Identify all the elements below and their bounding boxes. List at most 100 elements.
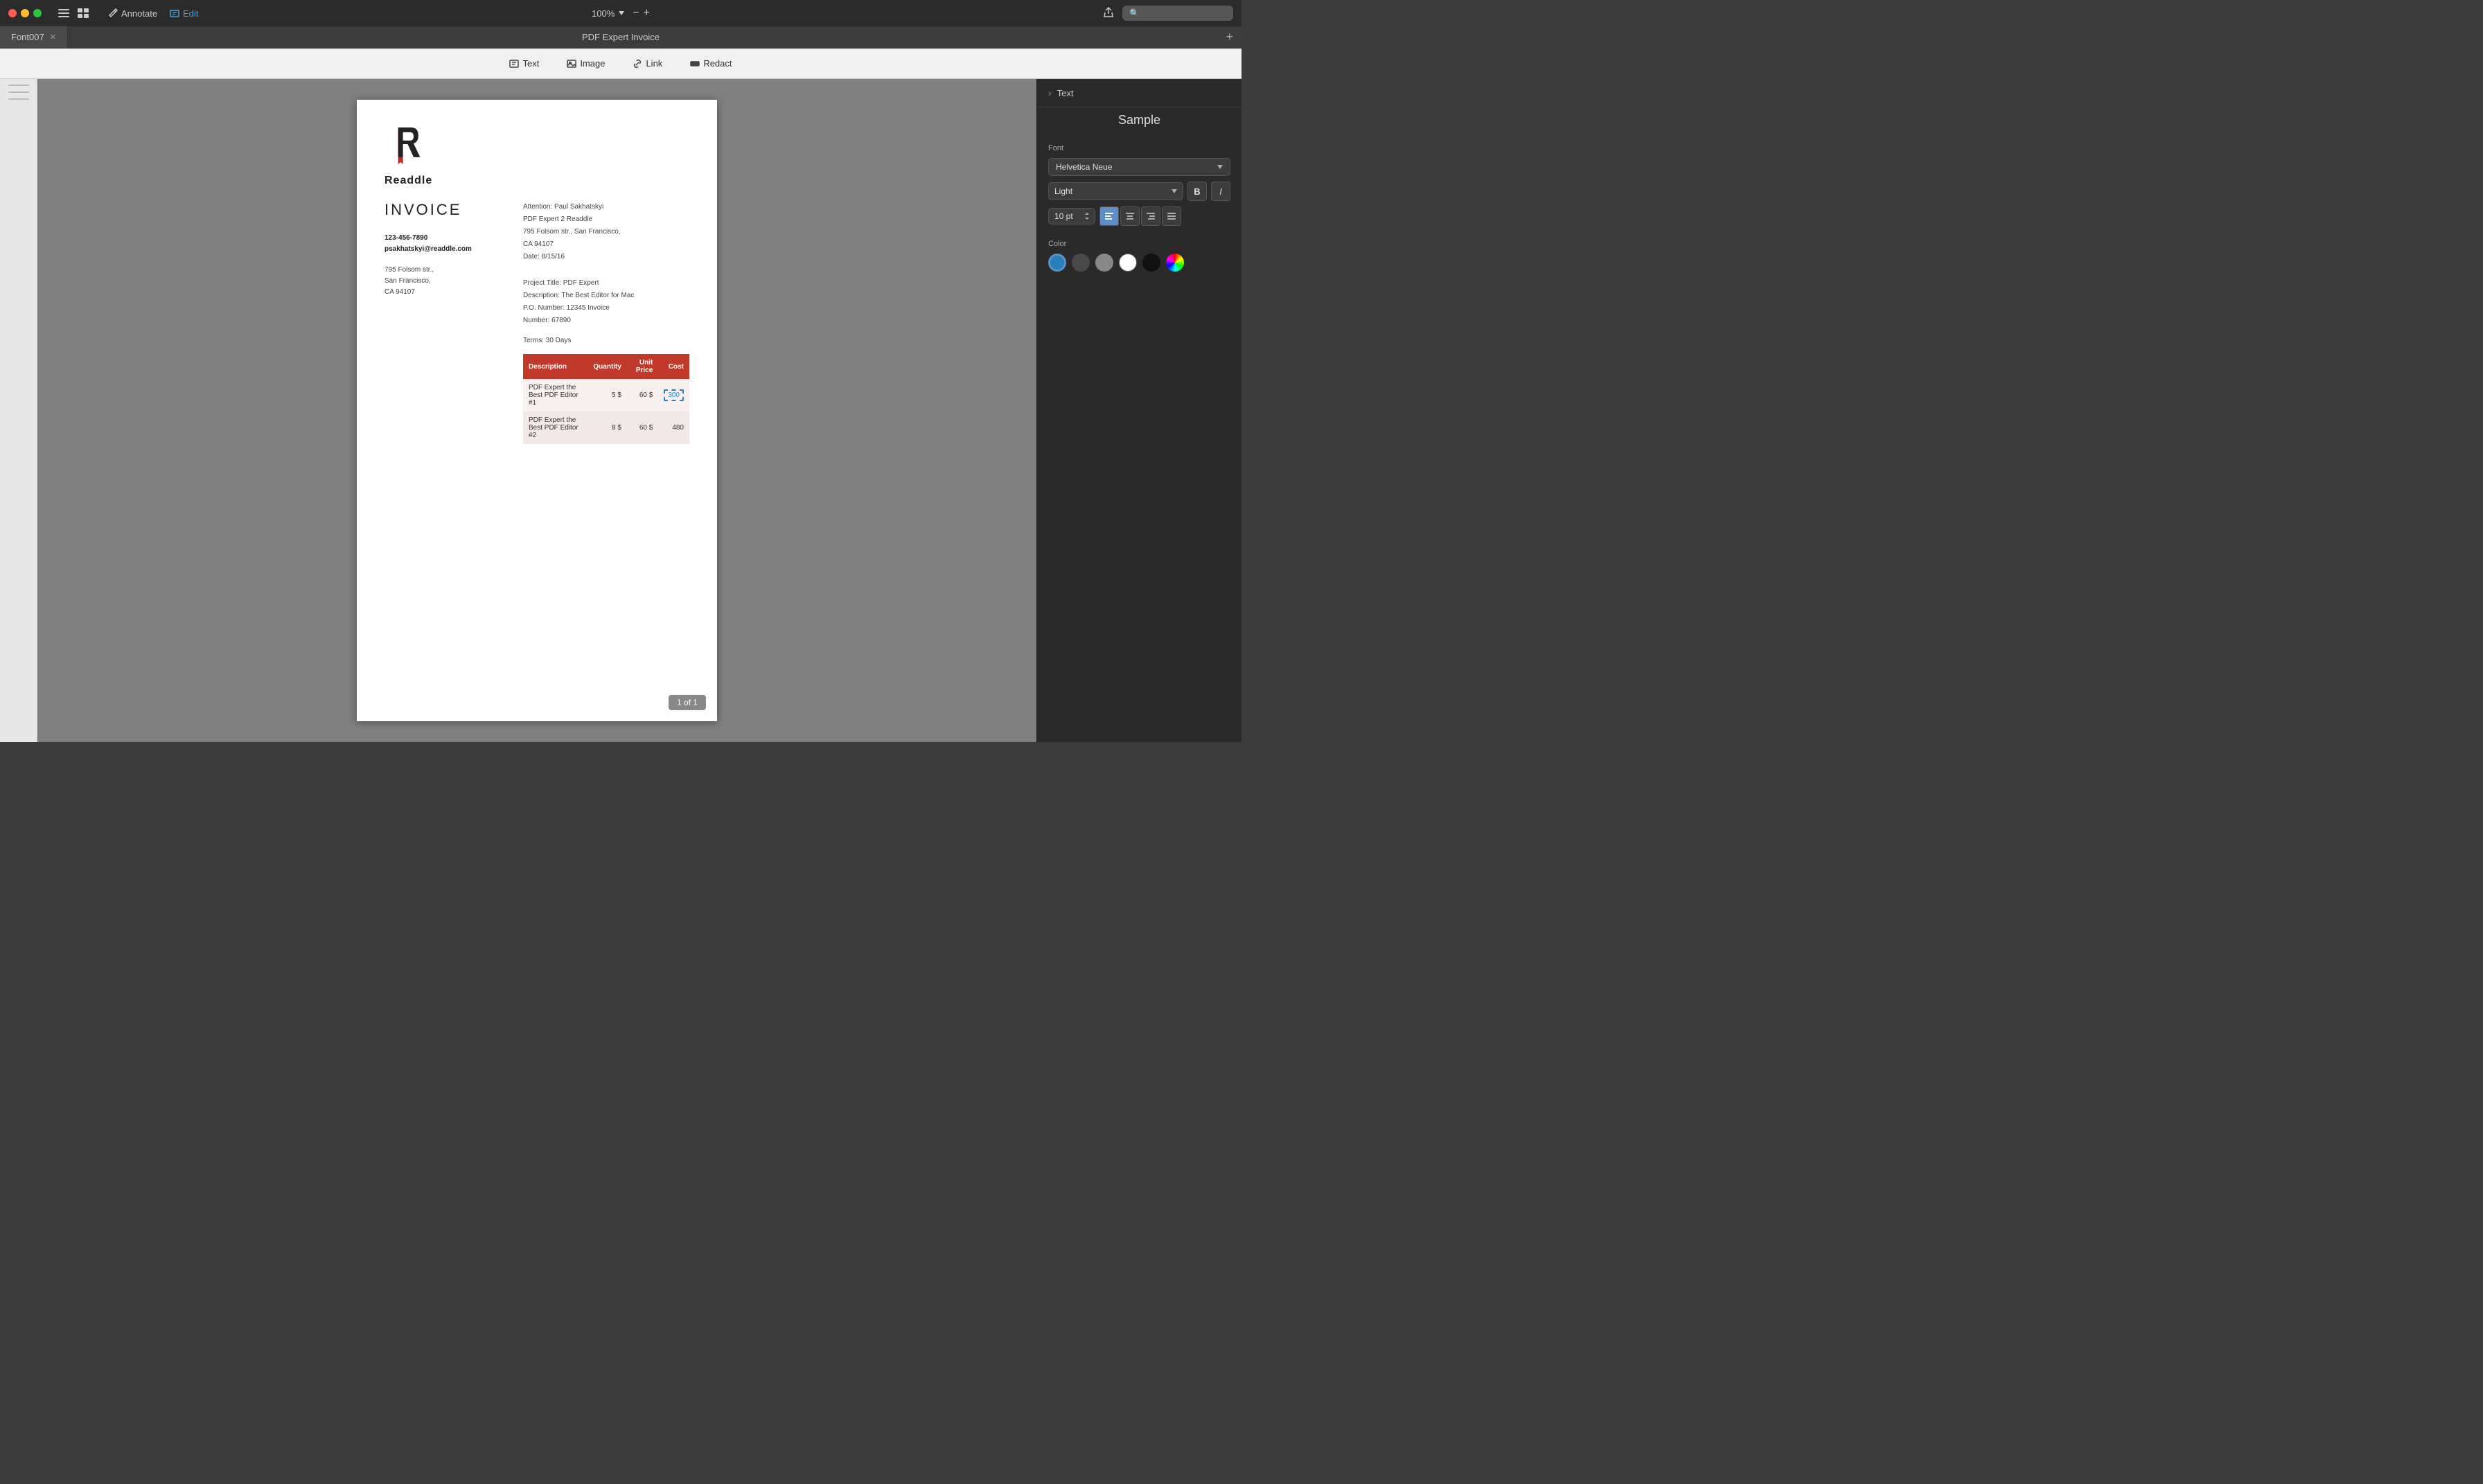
search-input[interactable] [1122,6,1233,21]
font-weight-value: Light [1054,186,1072,196]
traffic-lights [8,9,42,17]
panel-decoration [8,85,29,86]
logo-section: Readdle [385,127,689,187]
align-left-button[interactable] [1099,206,1119,226]
bill-to: PDF Expert 2 Readdle [523,213,689,226]
item1-qty: 5 $ [587,379,627,412]
item1-price: 60 $ [627,379,658,412]
address-info: 795 Folsom str., San Francisco, CA 94107 [385,265,495,298]
po-number: P.O. Number: 12345 Invoice [523,302,689,315]
color-swatch-medium-gray[interactable] [1095,254,1113,272]
align-right-button[interactable] [1141,206,1160,226]
company-name: Readdle [385,175,432,187]
invoice-table: Description Quantity Unit Price Cost PDF… [523,354,689,444]
main-content: Readdle INVOICE 123-456-7890 psakhatskyi… [0,79,1242,742]
zoom-controls: 100% − + [592,7,650,19]
invoice-columns: INVOICE 123-456-7890 psakhatskyi@readdle… [385,201,689,444]
tabbar: Font007 ✕ PDF Expert Invoice + [0,26,1242,48]
annotate-button[interactable]: Annotate [108,8,157,19]
font-weight-dropdown[interactable]: Light [1048,182,1183,200]
terms-info: Terms: 30 Days [523,337,689,344]
attention-info: Attention: Paul Sakhatskyi PDF Expert 2 … [523,201,689,263]
table-row: PDF Expert the Best PDF Editor #1 5 $ 60… [523,379,689,412]
color-swatch-white[interactable] [1119,254,1137,272]
table-row: PDF Expert the Best PDF Editor #2 8 $ 60… [523,412,689,444]
sidebar-toggle-button[interactable] [58,9,69,17]
window-title: PDF Expert Invoice [582,26,660,48]
color-label: Color [1048,240,1230,248]
zoom-level: 100% [592,8,615,19]
invoice-date: Date: 8/15/16 [523,251,689,263]
align-center-button[interactable] [1120,206,1140,226]
zoom-out-button[interactable]: − [633,7,639,19]
color-picker-button[interactable] [1166,254,1184,272]
panel-nav: › Text [1048,87,1230,98]
tab-font007[interactable]: Font007 ✕ [0,26,68,48]
left-panel [0,79,37,742]
address-line3: CA 94107 [385,287,495,298]
maximize-button[interactable] [33,9,42,17]
grid-toggle-button[interactable] [78,8,89,18]
color-swatch-black[interactable] [1142,254,1160,272]
panel-header: › Text [1037,79,1242,107]
italic-button[interactable]: I [1211,182,1230,201]
color-swatches [1048,254,1230,272]
company-logo [385,127,426,169]
address-line1: 795 Folsom str., [385,265,495,276]
item2-price: 60 $ [627,412,658,444]
bold-button[interactable]: B [1187,182,1207,201]
font-size-dropdown[interactable]: 10 pt [1048,208,1095,224]
font-style-row: Light B I [1048,182,1230,201]
color-swatch-blue[interactable] [1048,254,1066,272]
col-unit-price: Unit Price [627,354,658,379]
item2-qty: 8 $ [587,412,627,444]
font-name-dropdown[interactable]: Helvetica Neue [1048,158,1230,176]
minimize-button[interactable] [21,9,29,17]
share-button[interactable] [1103,7,1114,20]
align-justify-button[interactable] [1162,206,1181,226]
new-tab-button[interactable]: + [1217,26,1242,48]
color-swatch-dark-gray[interactable] [1072,254,1090,272]
pdf-page: Readdle INVOICE 123-456-7890 psakhatskyi… [357,100,717,721]
panel-decoration [8,91,29,93]
link-tool-button[interactable]: Link [627,55,668,71]
font-label: Font [1048,144,1230,152]
zoom-in-button[interactable]: + [644,7,650,19]
project-info: Project Title: PDF Expert Description: T… [523,277,689,327]
toolbar-icons [58,8,89,18]
bill-city: CA 94107 [523,238,689,251]
attention-name: Attention: Paul Sakhatskyi [523,201,689,213]
email-address: psakhatskyi@readdle.com [385,244,495,255]
bill-address: 795 Folsom str., San Francisco, [523,226,689,238]
invoice-left: INVOICE 123-456-7890 psakhatskyi@readdle… [385,201,495,444]
invoice-title: INVOICE [385,201,495,219]
titlebar-right [1103,6,1233,21]
redact-tool-button[interactable]: Redact [684,55,737,71]
invoice-right: Attention: Paul Sakhatskyi PDF Expert 2 … [523,201,689,444]
project-description: Description: The Best Editor for Mac [523,290,689,302]
color-section: Color [1037,234,1242,280]
tab-label: Font007 [11,32,44,42]
right-panel: › Text Sample Font Helvetica Neue Light … [1036,79,1242,742]
text-tool-button[interactable]: Text [504,55,545,71]
close-button[interactable] [8,9,17,17]
panel-back-arrow[interactable]: › [1048,87,1052,98]
col-quantity: Quantity [587,354,627,379]
item1-cost[interactable]: 300 [658,379,689,412]
tab-close-button[interactable]: ✕ [50,33,56,42]
item1-desc: PDF Expert the Best PDF Editor #1 [523,379,587,412]
contact-info: 123-456-7890 psakhatskyi@readdle.com [385,233,495,255]
pdf-viewer[interactable]: Readdle INVOICE 123-456-7890 psakhatskyi… [37,79,1036,742]
address-line2: San Francisco, [385,276,495,287]
col-description: Description [523,354,587,379]
page-number: 1 of 1 [669,695,706,710]
edit-toolbar: Text Image Link Redact [0,48,1242,79]
col-cost: Cost [658,354,689,379]
font-size-value: 10 pt [1054,211,1073,221]
edit-button[interactable]: Edit [170,8,198,19]
item2-cost: 480 [658,412,689,444]
size-align-row: 10 pt [1048,206,1230,226]
item2-desc: PDF Expert the Best PDF Editor #2 [523,412,587,444]
project-title: Project Title: PDF Expert [523,277,689,290]
image-tool-button[interactable]: Image [561,55,610,71]
